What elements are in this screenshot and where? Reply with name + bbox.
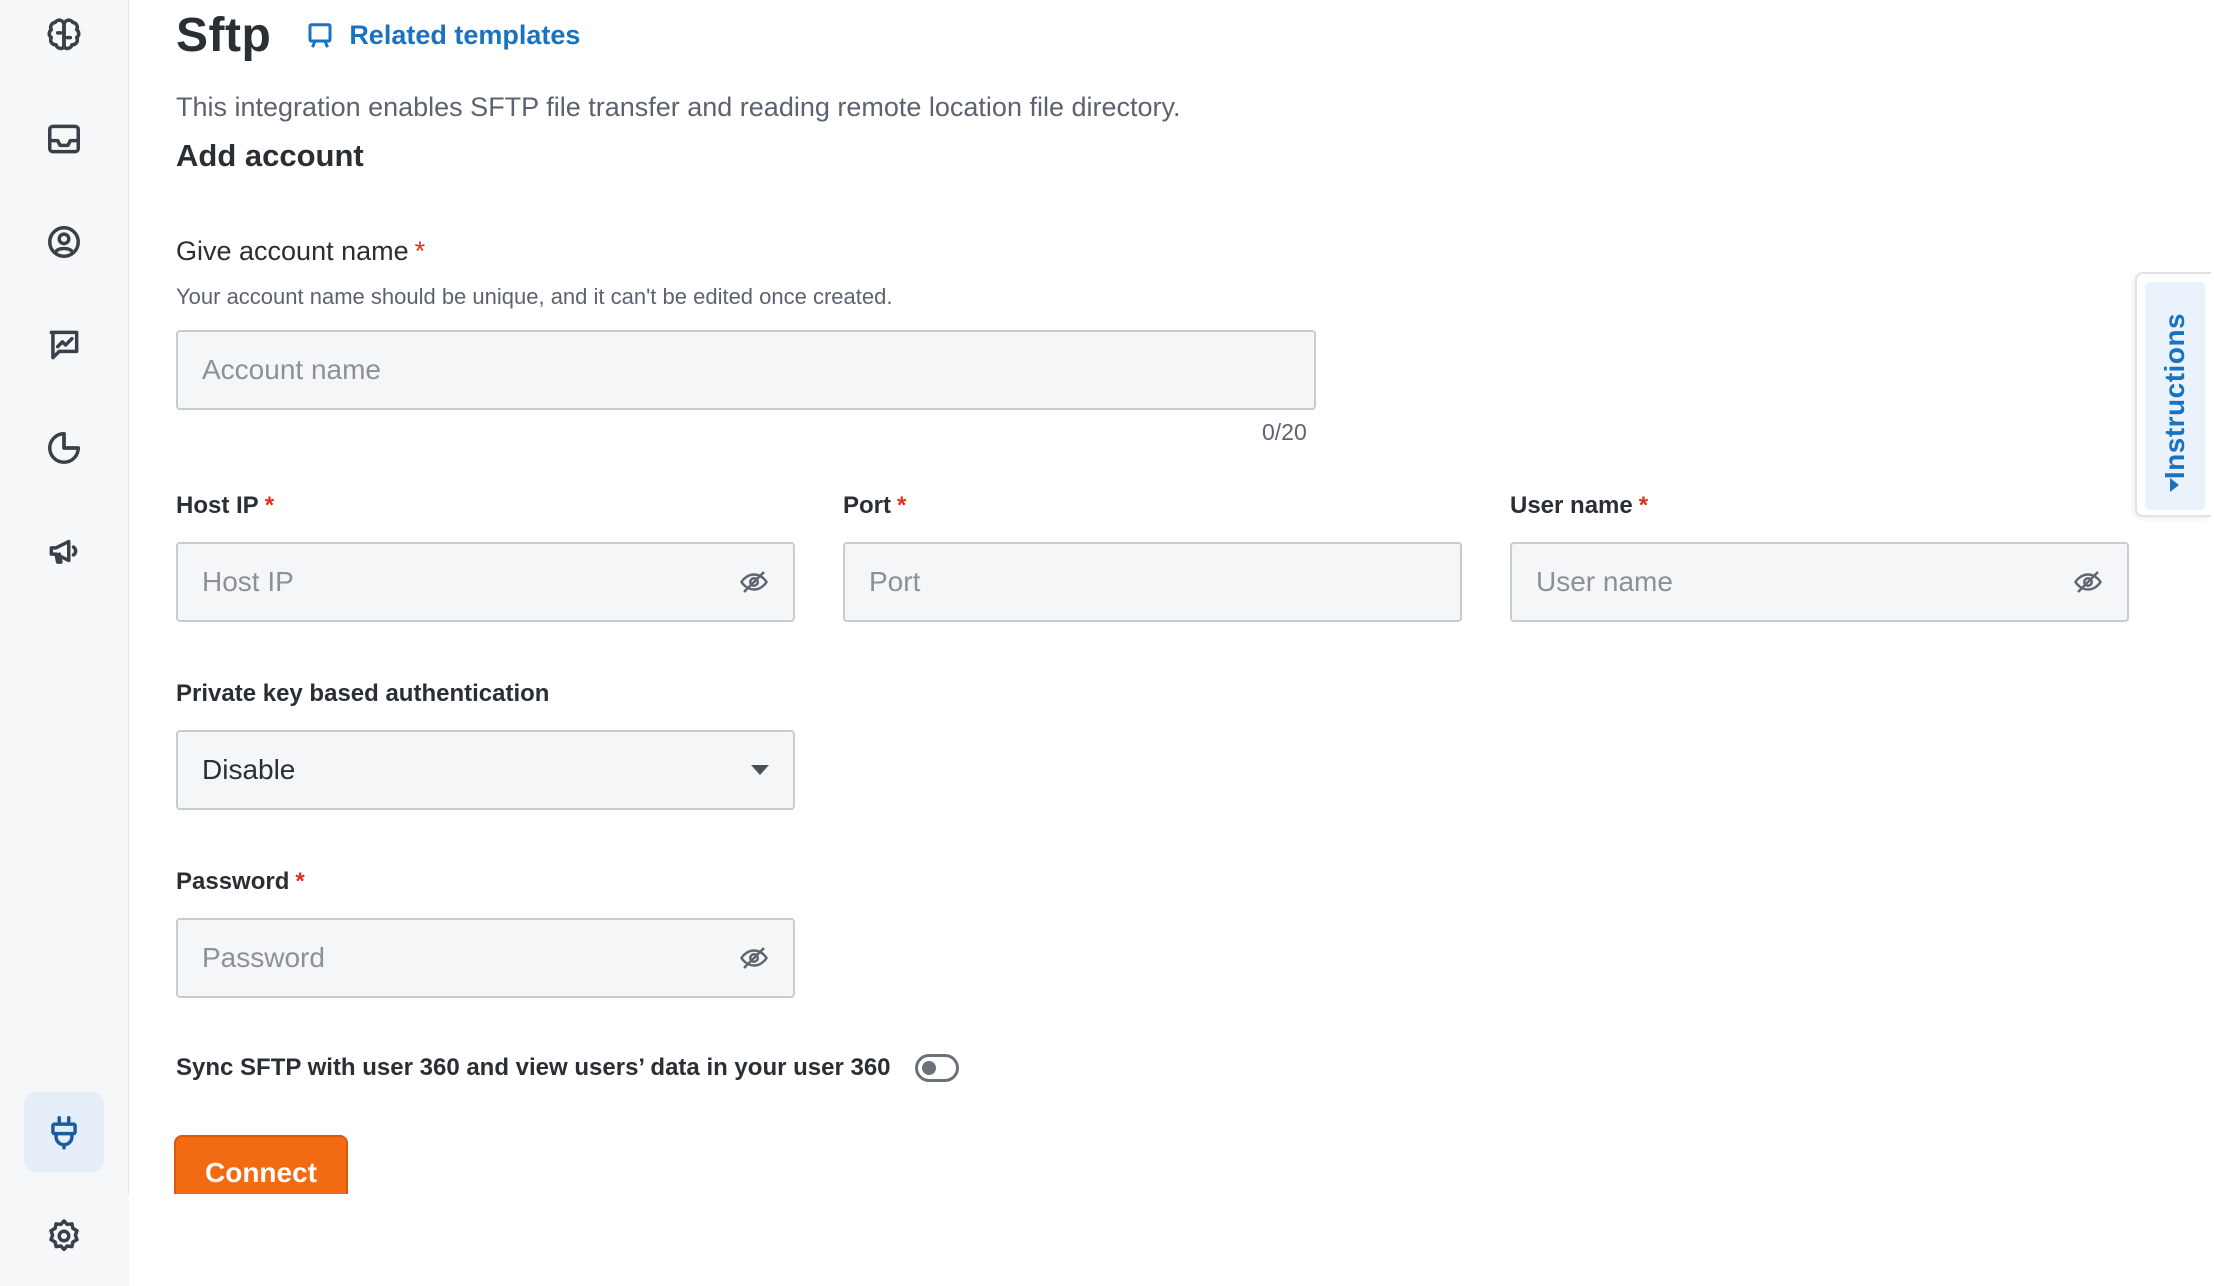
plug-icon bbox=[51, 1116, 77, 1150]
brain-icon bbox=[47, 18, 81, 51]
password-label-text: Password bbox=[176, 868, 290, 895]
account-name-label-text: Give account name bbox=[176, 236, 409, 266]
required-mark: * bbox=[1638, 492, 1649, 519]
account-name-hint: Your account name should be unique, and … bbox=[176, 284, 893, 309]
related-templates-label: Related templates bbox=[349, 20, 581, 50]
pie-chart-icon bbox=[48, 432, 80, 464]
main-content: Sftp Related templates This integration … bbox=[130, 0, 2210, 1194]
instructions-tab-label: Instructions bbox=[2159, 312, 2190, 480]
account-name-field[interactable] bbox=[176, 330, 1316, 410]
megaphone-icon bbox=[49, 539, 78, 564]
host-ip-label: Host IP * bbox=[176, 492, 274, 520]
eye-off-icon[interactable] bbox=[739, 567, 769, 597]
caret-right-icon bbox=[2170, 478, 2179, 492]
password-label: Password * bbox=[176, 868, 305, 896]
user-name-field[interactable] bbox=[1510, 542, 2129, 622]
sidebar-item-settings[interactable] bbox=[24, 1196, 104, 1276]
template-board-icon bbox=[308, 22, 332, 48]
user-circle-icon bbox=[48, 226, 80, 258]
private-key-select[interactable]: Disable bbox=[176, 730, 795, 810]
eye-off-icon[interactable] bbox=[2073, 567, 2103, 597]
user-name-input[interactable] bbox=[1536, 566, 2073, 598]
port-field[interactable] bbox=[843, 542, 1462, 622]
page-footer-area bbox=[129, 1194, 2214, 1286]
inbox-icon bbox=[48, 124, 80, 154]
required-mark: * bbox=[897, 492, 907, 519]
sidebar-item-campaigns[interactable] bbox=[24, 511, 104, 591]
sidebar-item-integrations[interactable] bbox=[24, 1092, 104, 1172]
private-key-label: Private key based authentication bbox=[176, 680, 550, 707]
instructions-tab-body: Instructions bbox=[2145, 282, 2205, 510]
password-field[interactable] bbox=[176, 918, 795, 998]
chart-chat-icon bbox=[49, 330, 79, 360]
sidebar-item-users[interactable] bbox=[24, 202, 104, 282]
user-name-label-text: User name bbox=[1510, 492, 1633, 519]
page-description: This integration enables SFTP file trans… bbox=[176, 92, 1181, 122]
gear-icon bbox=[49, 1219, 79, 1252]
host-ip-label-text: Host IP bbox=[176, 492, 259, 519]
port-input[interactable] bbox=[869, 566, 1436, 598]
page-title: Sftp bbox=[176, 9, 272, 62]
sidebar-item-analytics[interactable] bbox=[24, 305, 104, 385]
required-mark: * bbox=[264, 492, 275, 519]
section-title: Add account bbox=[176, 138, 364, 173]
sync-user360-toggle[interactable] bbox=[914, 1054, 959, 1082]
connect-button[interactable]: Connect bbox=[174, 1135, 348, 1194]
page-header: Sftp Related templates bbox=[176, 8, 580, 63]
eye-off-icon[interactable] bbox=[739, 943, 769, 973]
required-mark: * bbox=[295, 868, 305, 895]
sidebar-item-inbox[interactable] bbox=[24, 99, 104, 179]
sidebar-item-reports[interactable] bbox=[24, 408, 104, 488]
sync-user360-label: Sync SFTP with user 360 and view users’ … bbox=[176, 1054, 891, 1081]
instructions-tab[interactable]: Instructions bbox=[2135, 272, 2211, 517]
private-key-selected-value: Disable bbox=[202, 754, 296, 785]
related-templates-link[interactable]: Related templates bbox=[305, 20, 580, 51]
sidebar bbox=[0, 0, 129, 1194]
host-ip-input[interactable] bbox=[202, 566, 739, 598]
toggle-knob bbox=[921, 1061, 936, 1075]
account-name-label: Give account name * bbox=[176, 236, 425, 267]
required-mark: * bbox=[414, 236, 426, 266]
port-label: Port * bbox=[843, 492, 906, 520]
user-name-label: User name * bbox=[1510, 492, 1648, 520]
sidebar-item-brain[interactable] bbox=[24, 0, 104, 76]
chevron-down-icon bbox=[751, 765, 769, 775]
sidebar-footer bbox=[0, 1194, 129, 1286]
sync-user360-row: Sync SFTP with user 360 and view users’ … bbox=[176, 1054, 959, 1082]
port-label-text: Port bbox=[843, 492, 891, 519]
account-name-input[interactable] bbox=[202, 354, 1290, 386]
host-ip-field[interactable] bbox=[176, 542, 795, 622]
account-name-counter: 0/20 bbox=[1262, 419, 1307, 445]
password-input[interactable] bbox=[202, 942, 739, 974]
